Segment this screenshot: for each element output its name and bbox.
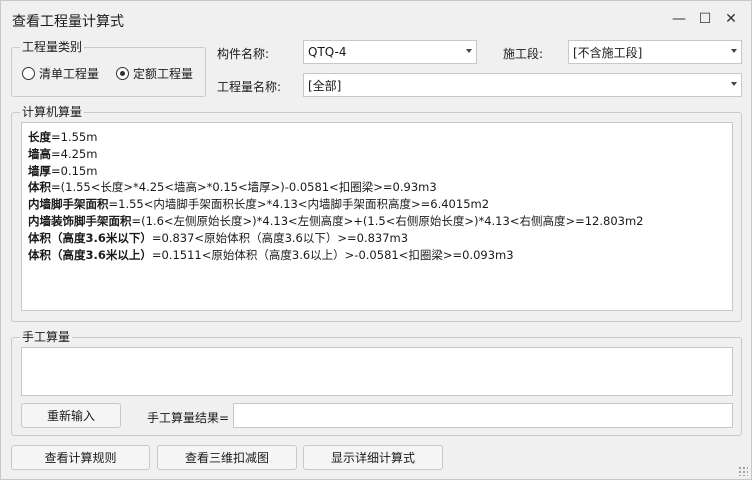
maximize-icon[interactable]: ☐ (693, 7, 717, 31)
resize-grip-icon[interactable] (738, 466, 748, 476)
stage-label: 施工段: (503, 47, 544, 61)
stage-select[interactable]: [不含施工段] (568, 40, 742, 64)
show-detail-formula-button[interactable]: 显示详细计算式 (303, 445, 443, 470)
chevron-down-icon[interactable] (731, 82, 737, 86)
radio-bill-quantity-label: 清单工程量 (39, 67, 100, 81)
radio-quota-quantity-label: 定额工程量 (133, 67, 194, 81)
computer-calc-legend: 计算机算量 (20, 105, 85, 119)
calc-line: 墙厚=0.15m (28, 164, 98, 178)
manual-result-field[interactable] (233, 403, 733, 428)
view-3d-deduction-button[interactable]: 查看三维扣减图 (157, 445, 297, 470)
radio-quota-quantity[interactable]: 定额工程量 (116, 65, 193, 82)
title-bar[interactable]: 查看工程量计算式 — ☐ ✕ (1, 1, 751, 37)
chevron-down-icon[interactable] (731, 49, 737, 53)
calc-line: 长度=1.55m (28, 130, 98, 144)
manual-result-label: 手工算量结果= (147, 411, 230, 425)
window-title: 查看工程量计算式 (12, 14, 124, 30)
dialog-window: 查看工程量计算式 — ☐ ✕ 工程量类别 清单工程量 定额工程量 构件名称: Q… (0, 0, 752, 480)
computer-calc-output[interactable]: 长度=1.55m 墙高=4.25m 墙厚=0.15m 体积=(1.55<长度>*… (21, 122, 733, 311)
quantity-name-value: [全部] (308, 78, 342, 93)
manual-calc-input[interactable] (21, 347, 733, 396)
quantity-type-group: 工程量类别 清单工程量 定额工程量 (11, 40, 206, 97)
manual-calc-legend: 手工算量 (20, 330, 73, 344)
radio-bill-quantity[interactable]: 清单工程量 (22, 65, 99, 82)
component-name-label: 构件名称: (217, 47, 270, 61)
calc-line: 内墙脚手架面积=1.55<内墙脚手架面积长度>*4.13<内墙脚手架面积高度>=… (28, 197, 490, 211)
stage-value: [不含施工段] (573, 45, 643, 60)
calc-line: 墙高=4.25m (28, 147, 98, 161)
quantity-type-legend: 工程量类别 (20, 40, 85, 54)
calc-line: 体积=(1.55<长度>*4.25<墙高>*0.15<墙厚>)-0.0581<扣… (28, 180, 437, 194)
computer-calc-group: 计算机算量 长度=1.55m 墙高=4.25m 墙厚=0.15m 体积=(1.5… (11, 105, 742, 322)
minimize-icon[interactable]: — (667, 7, 691, 31)
radio-checked-icon[interactable] (116, 67, 129, 80)
calc-line: 体积（高度3.6米以下）=0.837<原始体积（高度3.6以下）>=0.837m… (28, 231, 409, 245)
component-name-value: QTQ-4 (308, 45, 347, 59)
close-icon[interactable]: ✕ (719, 7, 743, 31)
component-name-select[interactable]: QTQ-4 (303, 40, 477, 64)
manual-calc-group: 手工算量 重新输入 手工算量结果= (11, 330, 742, 436)
calc-line: 内墙装饰脚手架面积=(1.6<左侧原始长度>)*4.13<左侧高度>+(1.5<… (28, 214, 644, 228)
view-calc-rules-button[interactable]: 查看计算规则 (11, 445, 150, 470)
calc-line: 体积（高度3.6米以上）=0.1511<原始体积（高度3.6以上）>-0.058… (28, 248, 514, 262)
quantity-name-label: 工程量名称: (217, 80, 282, 94)
quantity-name-select[interactable]: [全部] (303, 73, 742, 97)
radio-unchecked-icon[interactable] (22, 67, 35, 80)
chevron-down-icon[interactable] (466, 49, 472, 53)
reenter-button[interactable]: 重新输入 (21, 403, 121, 428)
